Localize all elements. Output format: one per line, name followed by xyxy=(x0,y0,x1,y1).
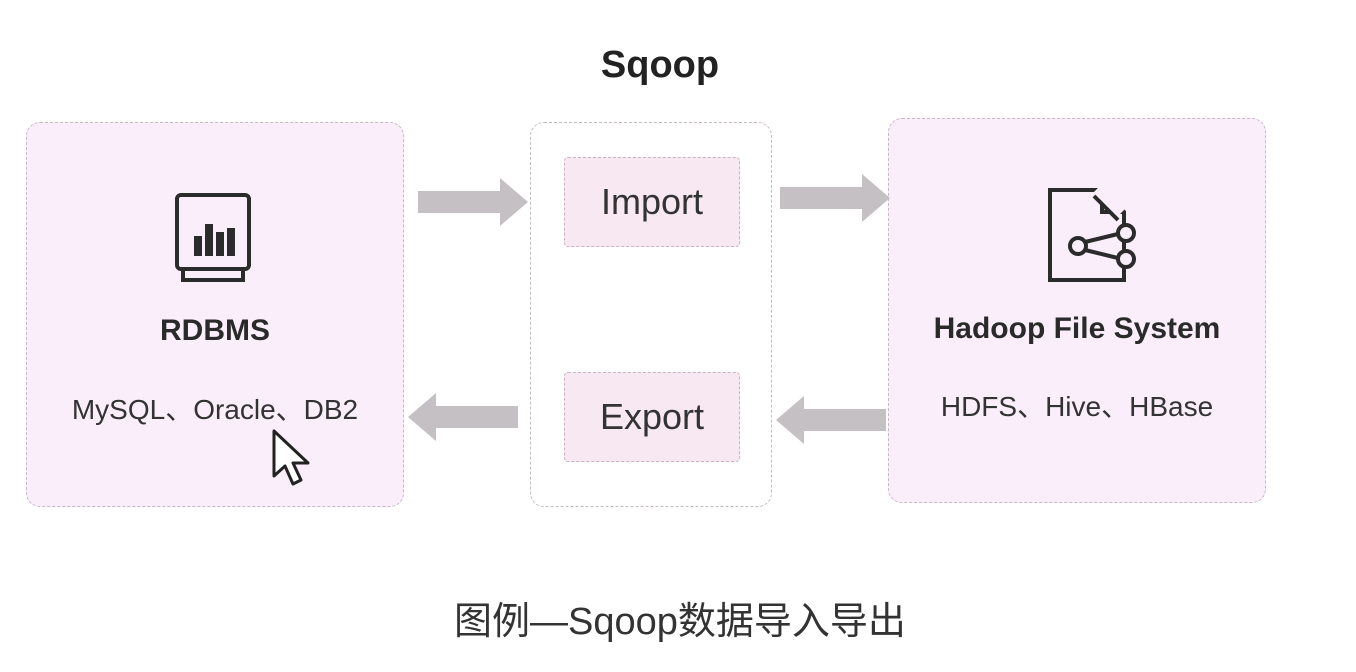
arrow-left-icon xyxy=(776,396,886,444)
rdbms-label: RDBMS xyxy=(160,314,270,347)
hadoop-label: Hadoop File System xyxy=(933,312,1221,345)
export-box: Export xyxy=(564,372,740,462)
arrow-left-icon xyxy=(408,393,518,441)
hadoop-panel xyxy=(888,118,1266,503)
arrow-right-icon xyxy=(418,178,528,226)
arrow-right-icon xyxy=(780,174,890,222)
rdbms-examples: MySQL、Oracle、DB2 xyxy=(71,394,359,425)
database-chart-icon xyxy=(175,193,251,282)
file-share-icon xyxy=(1048,186,1136,282)
export-label: Export xyxy=(599,396,705,437)
import-box: Import xyxy=(564,157,740,247)
figure-caption: 图例—Sqoop数据导入导出 xyxy=(454,601,906,643)
hadoop-examples: HDFS、Hive、HBase xyxy=(940,391,1214,422)
diagram-title: Sqoop xyxy=(600,44,720,86)
mouse-cursor-icon xyxy=(272,429,310,486)
import-label: Import xyxy=(600,181,704,222)
